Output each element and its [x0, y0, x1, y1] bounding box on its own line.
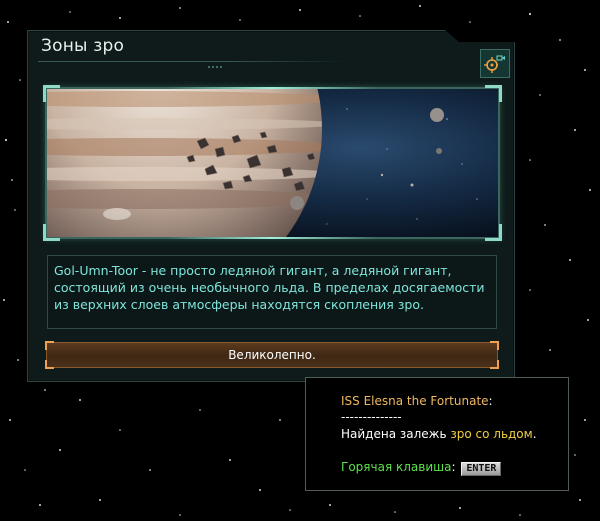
event-window: Зоны зро Gol-Umn-Toor - не просто ледяно…: [27, 30, 515, 382]
button-corner: [45, 341, 54, 350]
tooltip-ship-colon: :: [488, 394, 493, 408]
camera-focus-button[interactable]: [480, 49, 510, 78]
frame-corner: [43, 224, 60, 241]
title-divider: [38, 61, 346, 62]
event-picture-frame: [43, 85, 502, 241]
frame-gleam: [167, 237, 377, 239]
tooltip-hotkey-colon: :: [451, 460, 456, 474]
option-button[interactable]: Великолепно.: [45, 341, 499, 369]
tooltip-ship-name: ISS Elesna the Fortunate: [341, 394, 489, 408]
button-corner: [490, 341, 499, 350]
frame-gleam: [167, 87, 377, 89]
tooltip-separator: --------------: [341, 410, 402, 424]
option-tooltip: ISS Elesna the Fortunate: --------------…: [305, 377, 569, 491]
button-corner: [45, 360, 54, 369]
frame-corner: [485, 224, 502, 241]
description-box: Gol-Umn-Toor - не просто ледяной гигант,…: [47, 255, 497, 329]
event-description: Gol-Umn-Toor - не просто ледяной гигант,…: [54, 263, 485, 312]
event-title: Зоны зро: [41, 36, 125, 56]
title-divider-dots: [208, 66, 224, 68]
tooltip-found-line: Найдена залежь зро со льдом.: [341, 427, 537, 441]
frame-corner: [485, 85, 502, 102]
button-corner: [490, 360, 499, 369]
tooltip-resource: зро со льдом: [450, 427, 533, 441]
camera-target-icon: [484, 55, 505, 73]
tooltip-found-prefix: Найдена залежь: [341, 427, 451, 441]
frame-corner: [43, 85, 60, 102]
tooltip-hotkey-label: Горячая клавиша: [341, 460, 452, 474]
tooltip-found-suffix: .: [532, 427, 537, 441]
enter-keycap: ENTER: [461, 462, 502, 476]
window-corner-notch: [445, 30, 515, 42]
tooltip-hotkey-line: Горячая клавиша: ENTER: [341, 460, 502, 476]
tooltip-ship-line: ISS Elesna the Fortunate:: [341, 394, 493, 408]
option-label: Великолепно.: [228, 348, 316, 362]
gas-giant-image: [47, 89, 498, 237]
